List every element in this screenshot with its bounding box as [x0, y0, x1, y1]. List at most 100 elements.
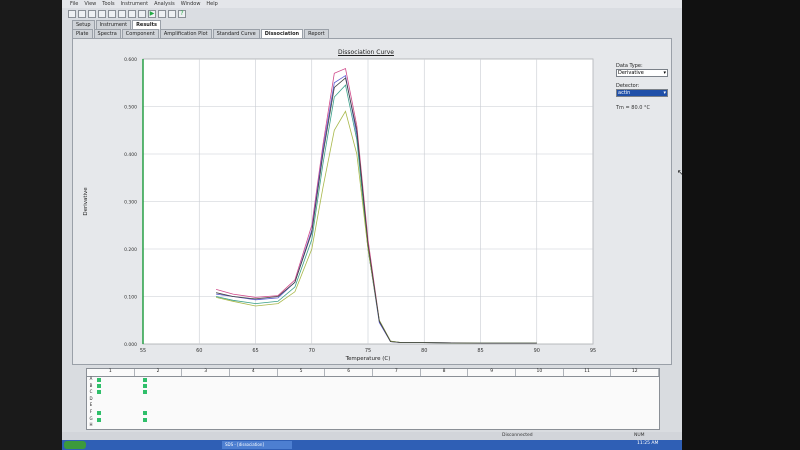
dissociation-panel: Dissociation Curve 55 60 65 70 75 80 85 90 95 0.0…	[72, 38, 672, 365]
plate-column-label[interactable]: 9	[468, 369, 517, 376]
detector-select[interactable]: actin ▾	[616, 89, 668, 97]
tab-plate[interactable]: Plate	[72, 29, 93, 38]
plate-well[interactable]	[97, 411, 101, 415]
plate-column-label[interactable]: 11	[564, 369, 612, 376]
chevron-down-icon: ▾	[663, 90, 666, 96]
plate-well[interactable]	[97, 378, 101, 382]
detector-icon[interactable]	[158, 10, 166, 18]
plate-well[interactable]	[143, 418, 147, 422]
plate-row-label[interactable]: H	[87, 422, 95, 429]
analyze-icon[interactable]	[138, 10, 146, 18]
y-tick-label: 0.100	[124, 295, 137, 301]
tab-amplification-plot[interactable]: Amplification Plot	[159, 29, 212, 38]
main-tabs: Setup Instrument Results	[72, 20, 161, 29]
dissociation-chart: 55 60 65 70 75 80 85 90 95 0.000 0.100 0.200 0.300 0.…	[83, 57, 596, 362]
mouse-cursor-icon: ↖	[677, 168, 682, 177]
plate-column-label[interactable]: 5	[278, 369, 326, 376]
run-icon[interactable]: ▶	[148, 10, 156, 18]
chart-options: Data Type: Derivative ▾ Detector: actin …	[616, 57, 676, 111]
instrument-icon[interactable]	[168, 10, 176, 18]
menu-analysis[interactable]: Analysis	[154, 1, 175, 7]
help-icon[interactable]: ?	[178, 10, 186, 18]
open-icon[interactable]	[78, 10, 86, 18]
plate-well[interactable]	[143, 411, 147, 415]
menu-view[interactable]: View	[84, 1, 96, 7]
x-tick-label: 55	[140, 348, 146, 354]
app-window: File View Tools Instrument Analysis Wind…	[62, 0, 682, 450]
plate-column-label[interactable]: 4	[230, 369, 278, 376]
new-icon[interactable]	[68, 10, 76, 18]
y-axis-label: Derivative	[83, 187, 89, 216]
data-type-value: Derivative	[618, 70, 644, 76]
monitor-bezel-right	[682, 0, 800, 450]
plate-column-label[interactable]: 10	[516, 369, 564, 376]
plate-column-label[interactable]: 6	[325, 369, 374, 376]
save-icon[interactable]	[88, 10, 96, 18]
x-tick-label: 90	[534, 348, 540, 354]
plate-row-label[interactable]: B	[87, 383, 95, 390]
y-tick-label: 0.500	[124, 105, 137, 111]
plate-row-label[interactable]: G	[87, 416, 95, 423]
plate-well[interactable]	[97, 384, 101, 388]
plate-grid: 1 2 3 4 5 6 7 8 9 10 11 12 ABCDEFGH	[86, 368, 660, 430]
plate-column-header: 1 2 3 4 5 6 7 8 9 10 11 12	[87, 369, 660, 377]
plate-well[interactable]	[143, 390, 147, 394]
menu-file[interactable]: File	[70, 1, 78, 7]
start-button[interactable]	[64, 441, 86, 449]
plate-column-label[interactable]: 12	[611, 369, 660, 376]
clock: 11:25 AM	[637, 441, 659, 446]
num-indicator: NUM	[634, 433, 645, 438]
tab-instrument[interactable]: Instrument	[95, 20, 132, 29]
y-tick-label: 0.600	[124, 57, 137, 63]
chart-icon[interactable]	[128, 10, 136, 18]
toolbar: ▶ ?	[62, 8, 682, 20]
tab-dissociation[interactable]: Dissociation	[260, 29, 304, 38]
tab-standard-curve[interactable]: Standard Curve	[212, 29, 260, 38]
plate-row-label[interactable]: E	[87, 402, 95, 409]
y-tick-label: 0.200	[124, 247, 137, 253]
menu-bar: File View Tools Instrument Analysis Wind…	[62, 0, 682, 8]
grid-icon[interactable]	[108, 10, 116, 18]
y-tick-label: 0.400	[124, 152, 137, 158]
x-tick-label: 65	[252, 348, 258, 354]
connection-status: Disconnected	[502, 433, 533, 438]
print-icon[interactable]	[98, 10, 106, 18]
plate-well[interactable]	[143, 384, 147, 388]
taskbar: SDS - [dissociation] 11:25 AM	[62, 440, 682, 450]
menu-tools[interactable]: Tools	[102, 1, 114, 7]
x-tick-label: 80	[421, 348, 427, 354]
plate-well[interactable]	[143, 378, 147, 382]
plate-row-labels: ABCDEFGH	[87, 376, 95, 429]
chevron-down-icon: ▾	[663, 70, 666, 76]
tab-component[interactable]: Component	[121, 29, 159, 38]
taskbar-app-item[interactable]: SDS - [dissociation]	[222, 441, 292, 449]
plate-column-label[interactable]: 2	[135, 369, 183, 376]
menu-window[interactable]: Window	[181, 1, 201, 7]
plate-row-label[interactable]: A	[87, 376, 95, 383]
tab-results[interactable]: Results	[132, 20, 161, 29]
menu-instrument[interactable]: Instrument	[121, 1, 149, 7]
plate-well[interactable]	[97, 418, 101, 422]
plate-column-label[interactable]: 8	[421, 369, 469, 376]
y-tick-label: 0.300	[124, 200, 137, 206]
x-tick-label: 95	[590, 348, 596, 354]
plate-well[interactable]	[97, 390, 101, 394]
tab-spectra[interactable]: Spectra	[93, 29, 121, 38]
results-tabs: Plate Spectra Component Amplification Pl…	[72, 29, 329, 38]
x-tick-label: 75	[365, 348, 371, 354]
plate-row-label[interactable]: C	[87, 389, 95, 396]
plate-column-label[interactable]: 3	[182, 369, 231, 376]
plate-row-label[interactable]: F	[87, 409, 95, 416]
plate-row-label[interactable]: D	[87, 396, 95, 403]
x-tick-label: 70	[309, 348, 315, 354]
plate-column-label[interactable]: 1	[87, 369, 135, 376]
status-bar: Disconnected NUM	[62, 432, 682, 440]
x-axis-label: Temperature (C)	[345, 356, 391, 362]
detector-value: actin	[618, 90, 631, 96]
tab-setup[interactable]: Setup	[72, 20, 95, 29]
plate-column-label[interactable]: 7	[373, 369, 421, 376]
table-icon[interactable]	[118, 10, 126, 18]
tab-report[interactable]: Report	[304, 29, 329, 38]
menu-help[interactable]: Help	[206, 1, 217, 7]
data-type-select[interactable]: Derivative ▾	[616, 69, 668, 77]
